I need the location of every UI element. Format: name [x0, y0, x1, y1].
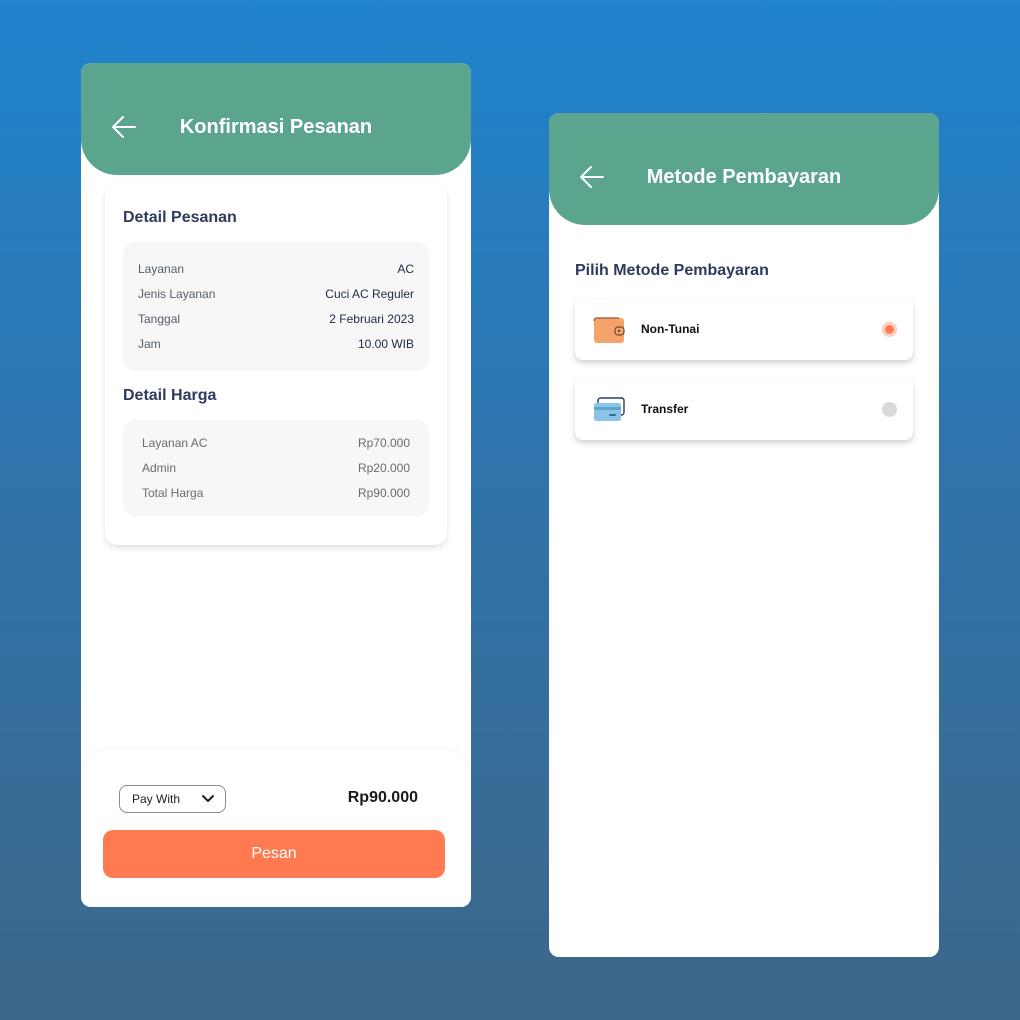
payment-option-label: Non-Tunai [641, 322, 700, 336]
price-row-total: Total Harga Rp90.000 [142, 486, 410, 502]
checkout-bar: Pay With Rp90.000 Pesan [81, 749, 471, 907]
price-row-admin: Admin Rp20.000 [142, 461, 410, 477]
radio-unselected[interactable] [882, 402, 897, 417]
header: Metode Pembayaran [549, 113, 939, 225]
order-detail-title: Detail Pesanan [123, 209, 237, 226]
price-row-service: Layanan AC Rp70.000 [142, 436, 410, 452]
payment-option-transfer[interactable]: Transfer [575, 379, 913, 440]
row-value: Cuci AC Reguler [325, 287, 414, 301]
order-detail-card: Detail Pesanan Layanan AC Jenis Layanan … [105, 183, 447, 545]
order-row-time: Jam 10.00 WIB [138, 337, 414, 353]
order-button[interactable]: Pesan [103, 830, 445, 878]
order-row-service: Layanan AC [138, 262, 414, 278]
total-amount: Rp90.000 [347, 789, 418, 806]
page-title: Konfirmasi Pesanan [179, 116, 373, 138]
row-value: Rp20.000 [357, 461, 410, 475]
row-value: AC [397, 262, 414, 276]
row-value: 2 Februari 2023 [329, 312, 414, 326]
payment-method-screen: Metode Pembayaran Pilih Metode Pembayara… [549, 113, 939, 957]
payment-option-label: Transfer [641, 402, 689, 416]
row-label: Jam [138, 337, 161, 351]
row-value: 10.00 WIB [357, 337, 414, 351]
row-label: Layanan AC [142, 436, 208, 450]
order-info-box: Layanan AC Jenis Layanan Cuci AC Reguler… [123, 242, 429, 371]
row-label: Jenis Layanan [138, 287, 216, 301]
page-title: Metode Pembayaran [646, 166, 842, 188]
pay-with-label: Pay With [132, 792, 181, 806]
chevron-down-icon [202, 795, 214, 802]
wallet-icon [593, 317, 625, 343]
payment-method-subtitle: Pilih Metode Pembayaran [575, 262, 769, 279]
order-row-date: Tanggal 2 Februari 2023 [138, 312, 414, 328]
row-value: Rp70.000 [357, 436, 410, 450]
price-detail-title: Detail Harga [123, 387, 217, 404]
price-info-box: Layanan AC Rp70.000 Admin Rp20.000 Total… [123, 420, 429, 516]
row-label: Layanan [138, 262, 185, 276]
card-icon [594, 397, 625, 421]
row-value: Rp90.000 [357, 486, 410, 500]
radio-selected[interactable] [882, 322, 897, 337]
pay-with-dropdown[interactable]: Pay With [119, 785, 226, 813]
row-label: Total Harga [142, 486, 204, 500]
order-confirmation-screen: Konfirmasi Pesanan Detail Pesanan Layana… [81, 63, 471, 907]
row-label: Admin [142, 461, 177, 475]
row-label: Tanggal [138, 312, 181, 326]
order-row-service-type: Jenis Layanan Cuci AC Reguler [138, 287, 414, 303]
payment-option-non-tunai[interactable]: Non-Tunai [575, 299, 913, 360]
header: Konfirmasi Pesanan [81, 63, 471, 175]
